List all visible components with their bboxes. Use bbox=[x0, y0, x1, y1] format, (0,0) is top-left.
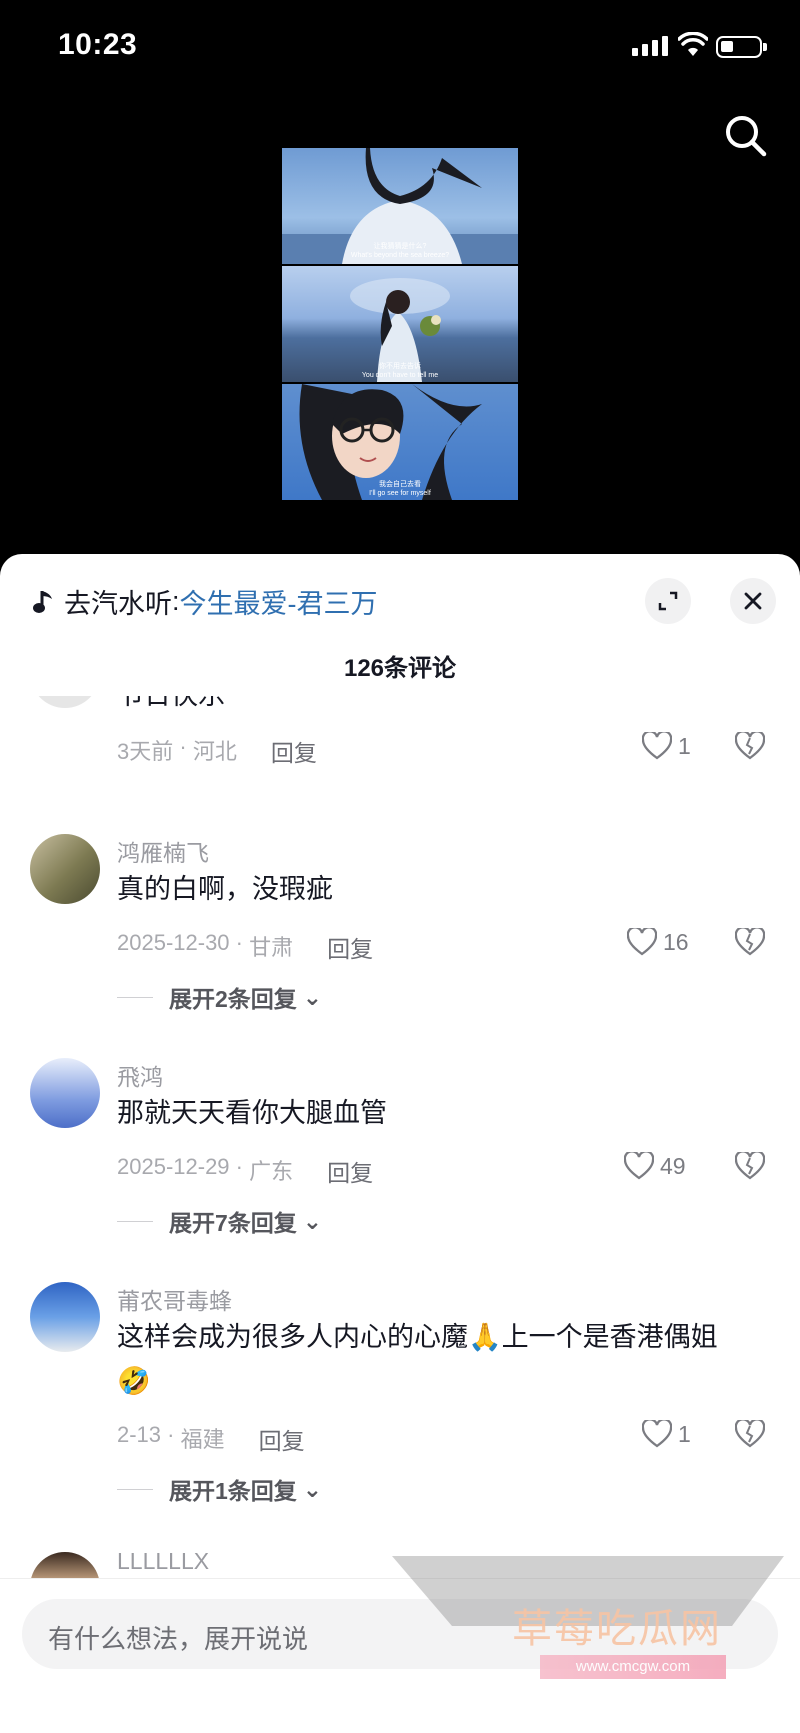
comment-username[interactable]: 莆农哥毒蜂 bbox=[117, 1282, 232, 1316]
comment-date: 3天前 bbox=[117, 739, 174, 764]
dislike-button[interactable] bbox=[734, 1418, 766, 1453]
comment-meta: 2-13 · 福建 回复 bbox=[117, 1422, 305, 1456]
expand-replies-label: 展开1条回复 bbox=[169, 1478, 297, 1504]
reply-button[interactable]: 回复 bbox=[327, 930, 373, 964]
comment-username[interactable]: 鸿雁楠飞 bbox=[117, 834, 209, 868]
comment-text: 真的白啊，没瑕疵 bbox=[117, 874, 333, 904]
heart-icon bbox=[627, 928, 657, 956]
reply-button[interactable]: 回复 bbox=[259, 1422, 305, 1456]
expand-button[interactable] bbox=[645, 578, 691, 624]
expand-replies-button[interactable]: 展开7条回复 ⌄ bbox=[117, 1204, 322, 1238]
chevron-down-icon: ⌄ bbox=[302, 983, 323, 1010]
comment-username[interactable]: 飛鸿 bbox=[117, 1058, 163, 1092]
like-button[interactable]: 49 bbox=[624, 1152, 686, 1180]
heart-icon bbox=[624, 1152, 654, 1180]
comment-username[interactable]: LLLLLLX bbox=[117, 1548, 209, 1575]
comment-date: 2025-12-29 bbox=[117, 1154, 230, 1179]
video-panel-2: 你不用去告诉 You don't have to tell me bbox=[282, 266, 518, 382]
chevron-down-icon: ⌄ bbox=[302, 1475, 323, 1502]
wifi-icon bbox=[678, 32, 708, 56]
watermark-url: www.cmcgw.com bbox=[540, 1655, 726, 1679]
avatar[interactable] bbox=[30, 696, 100, 708]
song-title[interactable]: 今生最爱-君三万 bbox=[180, 582, 378, 621]
comment-meta: 2025-12-29 · 广东 回复 bbox=[117, 1154, 374, 1188]
comment-location: 福建 bbox=[180, 1427, 225, 1452]
like-button[interactable]: 1 bbox=[642, 1420, 691, 1448]
avatar[interactable] bbox=[30, 1058, 100, 1128]
music-link[interactable]: 去汽水听: 今生最爱-君三万 bbox=[32, 582, 378, 621]
reply-button[interactable]: 回复 bbox=[271, 734, 317, 768]
broken-heart-icon bbox=[734, 926, 766, 956]
video-panel-1: 让我猜猜是什么? What's beyond the sea breeze? bbox=[282, 148, 518, 264]
like-count: 1 bbox=[678, 732, 691, 759]
video-panel-3: 我会自己去看 I'll go see for myself bbox=[282, 384, 518, 500]
video-preview[interactable]: 让我猜猜是什么? What's beyond the sea breeze? 你不… bbox=[282, 148, 518, 500]
watermark-text: 草莓吃瓜网 bbox=[512, 1607, 722, 1651]
dislike-button[interactable] bbox=[734, 1150, 766, 1185]
battery-icon bbox=[716, 36, 767, 58]
like-count: 16 bbox=[663, 928, 689, 955]
dislike-button[interactable] bbox=[734, 730, 766, 765]
comment-location: 广东 bbox=[249, 1159, 294, 1184]
comment-input-placeholder: 有什么想法，展开说说 bbox=[48, 1624, 309, 1654]
expand-replies-button[interactable]: 展开1条回复 ⌄ bbox=[117, 1472, 322, 1506]
comment-count: 126条评论 bbox=[343, 655, 457, 682]
comment-date: 2025-12-30 bbox=[117, 930, 230, 955]
close-icon bbox=[744, 592, 762, 610]
expand-replies-label: 展开2条回复 bbox=[169, 986, 297, 1012]
like-count: 49 bbox=[660, 1152, 686, 1179]
comment-text: 那就天天看你大腿血管 bbox=[117, 1098, 387, 1128]
chevron-down-icon: ⌄ bbox=[302, 1207, 323, 1234]
like-button[interactable]: 1 bbox=[642, 732, 691, 760]
dislike-button[interactable] bbox=[734, 926, 766, 961]
comment-meta: 2025-12-30 · 甘肃 回复 bbox=[117, 930, 374, 964]
expand-replies-label: 展开7条回复 bbox=[169, 1210, 297, 1236]
like-button[interactable]: 16 bbox=[627, 928, 689, 956]
broken-heart-icon bbox=[734, 1418, 766, 1448]
status-time: 10:23 bbox=[58, 28, 138, 61]
expand-replies-button[interactable]: 展开2条回复 ⌄ bbox=[117, 980, 322, 1014]
comment-text: 节日快乐 bbox=[117, 696, 757, 714]
subtitle-3: 我会自己去看 I'll go see for myself bbox=[369, 481, 431, 497]
comment-list[interactable]: 节日快乐 3天前 · 河北 回复 1 鸿雁楠飞 真的白啊，没瑕疵 2025-12… bbox=[0, 696, 800, 1608]
expand-icon bbox=[658, 591, 678, 611]
status-bar: 10:23 bbox=[0, 0, 800, 96]
broken-heart-icon bbox=[734, 1150, 766, 1180]
music-prefix: 去汽水听 bbox=[64, 589, 172, 619]
like-count: 1 bbox=[678, 1420, 691, 1447]
heart-icon bbox=[642, 1420, 672, 1448]
reply-button[interactable]: 回复 bbox=[327, 1154, 373, 1188]
music-separator: : bbox=[172, 586, 180, 616]
heart-icon bbox=[642, 732, 672, 760]
comment-location: 甘肃 bbox=[249, 935, 294, 960]
comment-date: 2-13 bbox=[117, 1422, 162, 1447]
cellular-signal-icon bbox=[632, 36, 668, 56]
comment-location: 河北 bbox=[192, 739, 237, 764]
music-note-icon bbox=[33, 590, 52, 613]
search-icon[interactable] bbox=[720, 110, 772, 162]
subtitle-2: 你不用去告诉 You don't have to tell me bbox=[361, 363, 439, 379]
close-button[interactable] bbox=[730, 578, 776, 624]
broken-heart-icon bbox=[734, 730, 766, 760]
avatar[interactable] bbox=[30, 1282, 100, 1352]
comment-text: 这样会成为很多人内心的心魔🙏上一个是香港偶姐 bbox=[117, 1322, 718, 1352]
comment-meta: 3天前 · 河北 回复 bbox=[117, 734, 317, 768]
subtitle-1: 让我猜猜是什么? What's beyond the sea breeze? bbox=[350, 243, 450, 259]
avatar[interactable] bbox=[30, 834, 100, 904]
comment-emoji: 🤣 bbox=[117, 1366, 151, 1396]
